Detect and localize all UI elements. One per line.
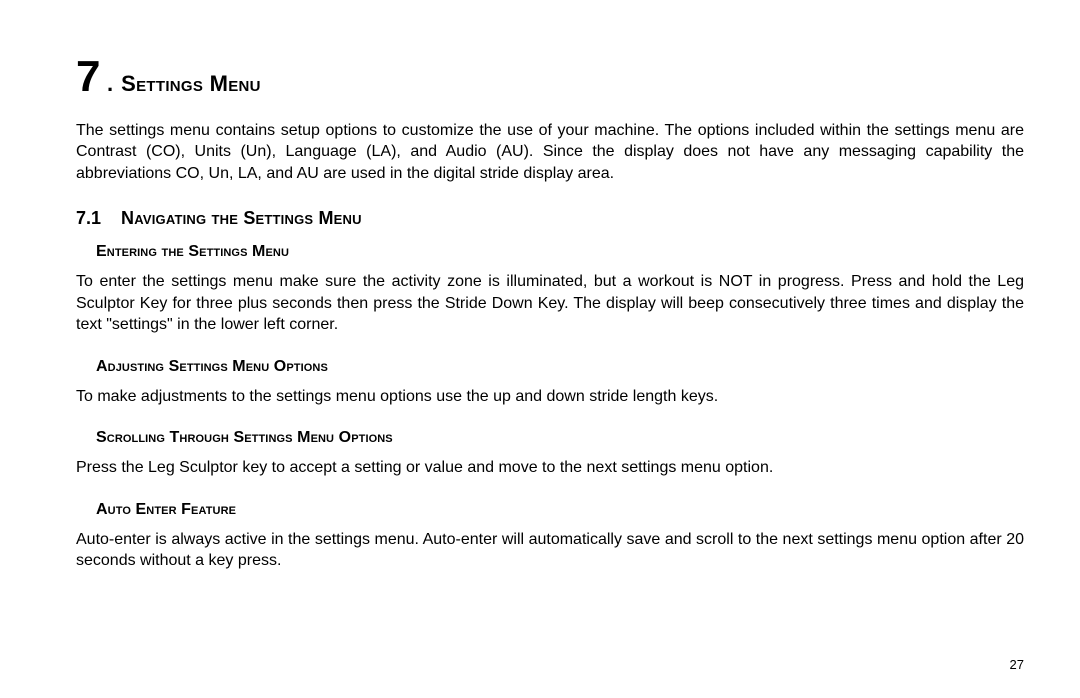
section-heading: 7.1 Navigating the Settings Menu: [76, 208, 1024, 229]
section-number: 7.1: [76, 208, 101, 229]
chapter-number: 7: [76, 52, 101, 102]
page-number: 27: [1010, 657, 1024, 672]
subsection-title-autoenter: Auto Enter Feature: [96, 501, 1024, 519]
subsection-body-autoenter: Auto-enter is always active in the setti…: [76, 529, 1024, 572]
subsection-title-adjusting: Adjusting Settings Menu Options: [96, 358, 1024, 376]
subsection-body-entering: To enter the settings menu make sure the…: [76, 271, 1024, 335]
chapter-intro-paragraph: The settings menu contains setup options…: [76, 120, 1024, 184]
chapter-dot: .: [107, 71, 113, 97]
section-title: Navigating the Settings Menu: [121, 208, 362, 229]
subsection-title-entering: Entering the Settings Menu: [96, 243, 1024, 261]
subsection-body-scrolling: Press the Leg Sculptor key to accept a s…: [76, 457, 1024, 478]
chapter-title: Settings Menu: [121, 71, 261, 97]
manual-page: 7 . Settings Menu The settings menu cont…: [0, 0, 1080, 698]
subsection-body-adjusting: To make adjustments to the settings menu…: [76, 386, 1024, 407]
subsection-title-scrolling: Scrolling Through Settings Menu Options: [96, 429, 1024, 447]
chapter-heading: 7 . Settings Menu: [76, 52, 1024, 102]
